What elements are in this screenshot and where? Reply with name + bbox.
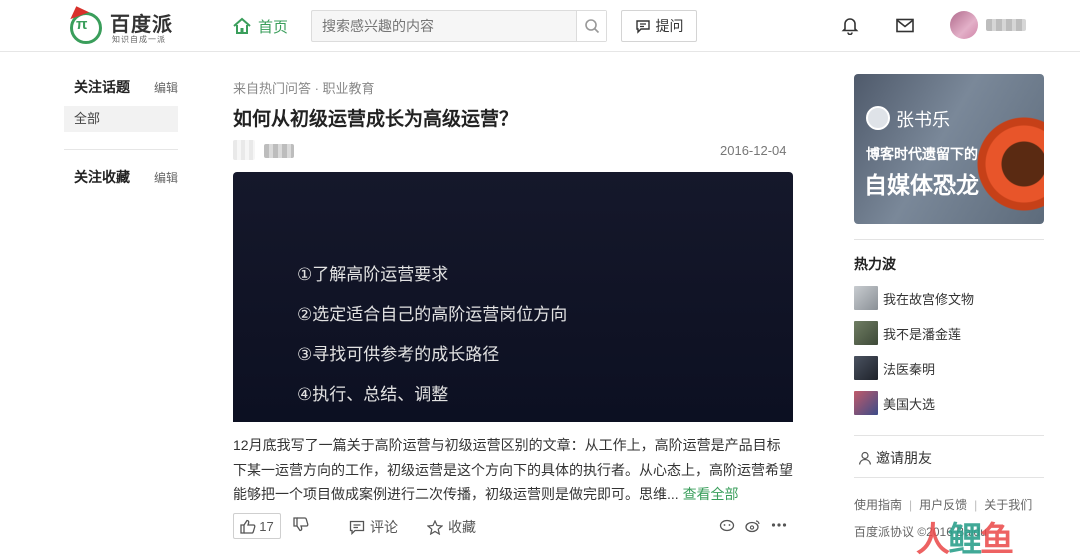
banner-title: 自媒体恐龙 bbox=[864, 172, 979, 198]
post-date: 2016-12-04 bbox=[720, 143, 787, 158]
comment-icon bbox=[349, 520, 365, 535]
favorites-edit-link[interactable]: 编辑 bbox=[154, 169, 178, 186]
ask-button[interactable]: 提问 bbox=[621, 10, 697, 42]
favorite-label: 收藏 bbox=[448, 519, 476, 535]
ask-label: 提问 bbox=[655, 18, 684, 34]
topics-header: 关注话题 编辑 bbox=[64, 74, 178, 100]
home-icon bbox=[233, 17, 251, 34]
topics-edit-link[interactable]: 编辑 bbox=[154, 79, 178, 96]
hot-section-title: 热力波 bbox=[854, 256, 896, 272]
hot-item-label: 法医秦明 bbox=[883, 361, 936, 377]
pi-icon: π bbox=[76, 16, 88, 33]
hot-item[interactable]: 美国大选 bbox=[854, 391, 935, 415]
coffee-cup-image bbox=[974, 114, 1044, 214]
watermark-logo: 人鲤鱼 bbox=[916, 512, 1014, 560]
banner-subtitle: 博客时代遗留下的 bbox=[866, 146, 978, 162]
cover-line: ①了解高阶运营要求 bbox=[297, 265, 449, 284]
post-source[interactable]: 来自热门问答 · 职业教育 bbox=[233, 78, 375, 97]
post-cover-image[interactable]: ①了解高阶运营要求 ②选定适合自己的高阶运营岗位方向 ③寻找可供参考的成长路径 … bbox=[233, 172, 793, 422]
top-bar: π 百度派 知识自成一派 首页 提问 bbox=[0, 0, 1080, 52]
username-blurred[interactable] bbox=[986, 19, 1026, 31]
topics-title: 关注话题 bbox=[74, 79, 130, 95]
logo-slogan: 知识自成一派 bbox=[112, 35, 166, 44]
watermark-char: 鲤 bbox=[948, 521, 982, 559]
hot-item-label: 美国大选 bbox=[883, 396, 936, 412]
thumbs-up-icon bbox=[240, 519, 256, 534]
divider bbox=[64, 149, 178, 150]
footer-link-guide[interactable]: 使用指南 bbox=[854, 498, 902, 512]
search-box bbox=[311, 10, 607, 42]
hot-item-label: 我在故宫修文物 bbox=[883, 291, 975, 307]
invite-friends-link[interactable]: 邀请朋友 bbox=[858, 448, 932, 468]
hot-item-thumbnail bbox=[854, 356, 878, 380]
hot-item[interactable]: 法医秦明 bbox=[854, 356, 935, 380]
author-name-blurred[interactable] bbox=[264, 144, 294, 158]
favorites-header: 关注收藏 编辑 bbox=[64, 164, 178, 190]
comment-button[interactable]: 评论 bbox=[349, 517, 398, 537]
featured-banner[interactable]: 张书乐 博客时代遗留下的 自媒体恐龙 bbox=[854, 74, 1044, 224]
user-avatar[interactable] bbox=[950, 11, 978, 39]
nav-home-label: 首页 bbox=[258, 18, 289, 36]
chat-icon bbox=[635, 19, 650, 34]
logo-text: 百度派 bbox=[110, 14, 173, 36]
bell-icon[interactable] bbox=[841, 16, 859, 35]
author-avatar[interactable] bbox=[233, 140, 255, 160]
like-count: 17 bbox=[259, 518, 274, 534]
wechat-share-icon[interactable] bbox=[719, 519, 735, 533]
cover-line: ③寻找可供参考的成长路径 bbox=[297, 345, 500, 364]
weibo-share-icon[interactable] bbox=[745, 519, 761, 533]
more-icon[interactable] bbox=[771, 518, 787, 532]
left-sidebar: 关注话题 编辑 全部 关注收藏 编辑 bbox=[64, 74, 178, 190]
mail-icon[interactable] bbox=[896, 18, 914, 33]
post-title[interactable]: 如何从初级运营成长为高级运营？ bbox=[233, 104, 518, 131]
search-input[interactable] bbox=[312, 11, 578, 41]
thumbs-down-icon[interactable] bbox=[293, 517, 309, 532]
hot-item[interactable]: 我不是潘金莲 bbox=[854, 321, 961, 345]
divider bbox=[854, 239, 1044, 240]
nav-home[interactable]: 首页 bbox=[232, 14, 288, 38]
like-button[interactable]: 17 bbox=[233, 513, 281, 539]
banner-author: 张书乐 bbox=[896, 110, 950, 130]
post-excerpt: 12月底我写了一篇关于高阶运营与初级运营区别的文章：从工作上，高阶运营是产品目标… bbox=[233, 433, 793, 507]
post-actions: 17 评论 收藏 bbox=[233, 513, 793, 539]
footer-links: 使用指南 | 用户反馈 | 关于我们 bbox=[854, 498, 1033, 512]
topic-all-item[interactable]: 全部 bbox=[64, 106, 178, 132]
search-button[interactable] bbox=[576, 11, 606, 41]
logo[interactable]: π 百度派 知识自成一派 bbox=[66, 2, 186, 46]
banner-avatar bbox=[866, 106, 890, 130]
invite-label: 邀请朋友 bbox=[876, 450, 932, 466]
divider bbox=[854, 477, 1044, 478]
watermark-char: 鱼 bbox=[980, 521, 1014, 559]
hot-item-thumbnail bbox=[854, 391, 878, 415]
hot-item-thumbnail bbox=[854, 286, 878, 310]
hot-item-thumbnail bbox=[854, 321, 878, 345]
divider bbox=[854, 435, 1044, 436]
read-more-link[interactable]: 查看全部 bbox=[683, 486, 739, 502]
favorites-title: 关注收藏 bbox=[74, 169, 130, 185]
favorite-button[interactable]: 收藏 bbox=[427, 517, 476, 537]
footer-link-about[interactable]: 关于我们 bbox=[984, 498, 1032, 512]
cover-line: ④执行、总结、调整 bbox=[297, 385, 449, 404]
hot-item-label: 我不是潘金莲 bbox=[883, 326, 962, 342]
footer-link-feedback[interactable]: 用户反馈 bbox=[919, 498, 967, 512]
star-icon bbox=[427, 519, 443, 535]
user-icon bbox=[858, 451, 872, 465]
hot-item[interactable]: 我在故宫修文物 bbox=[854, 286, 974, 310]
search-icon bbox=[584, 19, 599, 34]
watermark-char: 人 bbox=[916, 521, 950, 559]
cover-line: ②选定适合自己的高阶运营岗位方向 bbox=[297, 305, 568, 324]
comment-label: 评论 bbox=[370, 519, 398, 535]
